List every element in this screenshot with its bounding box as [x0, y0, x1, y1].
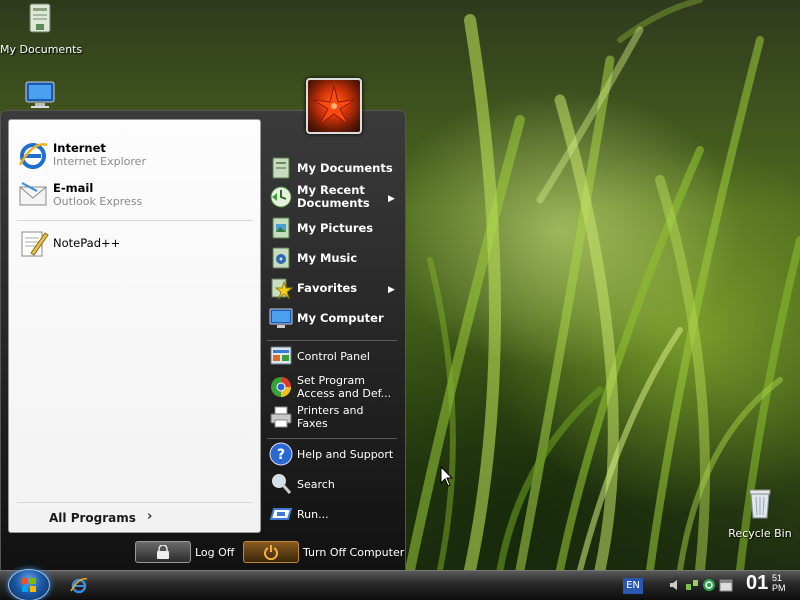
- starfish-user-picture: [313, 85, 355, 125]
- turn-off-label: Turn Off Computer: [303, 545, 405, 559]
- right-item-my-documents[interactable]: My Documents: [269, 156, 393, 180]
- separator: [267, 340, 397, 341]
- right-item-my-computer[interactable]: My Computer: [269, 306, 384, 330]
- search-icon: [272, 474, 292, 494]
- all-programs-button[interactable]: All Programs: [49, 511, 136, 525]
- start-button[interactable]: [8, 569, 50, 600]
- notepad-plus-plus-icon: [21, 231, 49, 257]
- separator: [267, 438, 397, 439]
- recent-documents-icon: [270, 186, 292, 208]
- pinned-title: Internet: [53, 141, 106, 155]
- clock-ampm: PM: [772, 583, 786, 593]
- right-item-label: Run...: [297, 507, 329, 521]
- log-off-button[interactable]: Log Off: [135, 541, 234, 563]
- taskbar: [0, 569, 800, 600]
- submenu-arrow-icon: ▶: [388, 285, 395, 295]
- system-tray-icons: [668, 578, 733, 592]
- all-programs-arrow-icon: ›: [147, 509, 153, 524]
- right-item-label: Printers and Faxes: [297, 404, 364, 430]
- right-item-search[interactable]: Search: [269, 472, 335, 496]
- star-icon: [271, 278, 293, 300]
- right-item-label: Search: [297, 477, 335, 491]
- recent-program-notepad-plus-plus[interactable]: NotePad++: [17, 224, 120, 262]
- control-panel-icon: [270, 346, 292, 365]
- turn-off-computer-button[interactable]: Turn Off Computer: [243, 541, 404, 563]
- right-item-control-panel[interactable]: Control Panel: [269, 344, 370, 368]
- desktop-icon-my-documents[interactable]: My Documents: [0, 2, 83, 56]
- quick-launch-internet-explorer[interactable]: [70, 576, 88, 597]
- clock-hour[interactable]: 01: [746, 572, 768, 595]
- turn-off-icon-box: [243, 541, 299, 563]
- windows-logo-icon: [22, 578, 36, 592]
- speaker-icon[interactable]: [668, 578, 682, 592]
- right-item-run[interactable]: Run...: [269, 502, 329, 526]
- separator: [17, 502, 253, 503]
- clock-minute-ampm[interactable]: 51 PM: [772, 573, 786, 593]
- padlock-icon: [157, 545, 169, 559]
- right-item-my-recent-documents[interactable]: My Recent Documents: [269, 184, 387, 210]
- svg-text:?: ?: [277, 447, 285, 463]
- security-icon[interactable]: [702, 578, 716, 592]
- desktop-icon-label: My Documents: [0, 43, 83, 56]
- right-item-label: Control Panel: [297, 349, 370, 363]
- start-menu-left-pane: Internet Internet Explorer E-mail Outloo…: [8, 119, 261, 533]
- pinned-title: E-mail: [53, 181, 94, 195]
- folder-pictures-icon: [272, 217, 290, 239]
- folder-documents-icon: [272, 157, 290, 179]
- computer-monitor-icon: [269, 308, 293, 328]
- calendar-icon[interactable]: [719, 578, 733, 592]
- right-item-label: My Computer: [297, 310, 384, 325]
- separator: [17, 220, 253, 221]
- right-item-label: My Pictures: [297, 220, 374, 235]
- right-item-label: Set Program Access and Def...: [297, 374, 392, 400]
- network-icon[interactable]: [685, 578, 699, 592]
- printer-icon: [270, 406, 292, 428]
- power-icon: [264, 545, 278, 560]
- start-menu: Internet Internet Explorer E-mail Outloo…: [0, 78, 406, 570]
- log-off-icon-box: [135, 541, 191, 563]
- right-item-help-and-support[interactable]: ? Help and Support: [269, 442, 393, 466]
- right-item-printers-and-faxes[interactable]: Printers and Faxes: [269, 404, 367, 430]
- right-item-label: My Music: [297, 250, 358, 265]
- internet-explorer-icon: [18, 143, 48, 169]
- right-item-favorites[interactable]: Favorites: [269, 276, 357, 300]
- pinned-internet-explorer[interactable]: Internet Internet Explorer: [17, 136, 146, 174]
- pinned-outlook-express[interactable]: E-mail Outlook Express: [17, 176, 142, 214]
- language-indicator[interactable]: EN: [623, 578, 643, 594]
- folder-music-icon: [272, 247, 290, 269]
- right-item-label: My Recent Documents: [297, 183, 370, 210]
- clock-minute: 51: [772, 573, 783, 583]
- right-item-label: Favorites: [297, 280, 358, 295]
- submenu-arrow-icon: ▶: [388, 194, 395, 204]
- desktop-icon-recycle-bin[interactable]: Recycle Bin: [720, 486, 800, 540]
- log-off-label: Log Off: [195, 545, 235, 559]
- recent-program-label: NotePad++: [53, 235, 121, 250]
- recycle-bin-icon: [749, 489, 771, 519]
- right-item-label: My Documents: [297, 160, 393, 175]
- user-picture[interactable]: [306, 78, 362, 134]
- right-item-set-program-access[interactable]: Set Program Access and Def...: [269, 374, 392, 400]
- pinned-subtitle: Internet Explorer: [53, 155, 146, 168]
- my-computer-icon: [25, 81, 55, 108]
- my-documents-icon: [29, 3, 51, 33]
- outlook-express-icon: [19, 182, 47, 206]
- mouse-cursor-icon: [440, 466, 454, 487]
- set-program-access-icon: [271, 377, 291, 397]
- desktop-icon-label: Recycle Bin: [728, 527, 792, 540]
- help-icon: ?: [269, 442, 293, 466]
- right-item-my-pictures[interactable]: My Pictures: [269, 216, 373, 240]
- internet-explorer-icon: [70, 578, 88, 594]
- pinned-subtitle: Outlook Express: [53, 195, 143, 208]
- right-item-my-music[interactable]: My Music: [269, 246, 357, 270]
- desktop-icon-my-computer[interactable]: [0, 80, 80, 113]
- run-icon: [269, 508, 293, 520]
- right-item-label: Help and Support: [297, 447, 394, 461]
